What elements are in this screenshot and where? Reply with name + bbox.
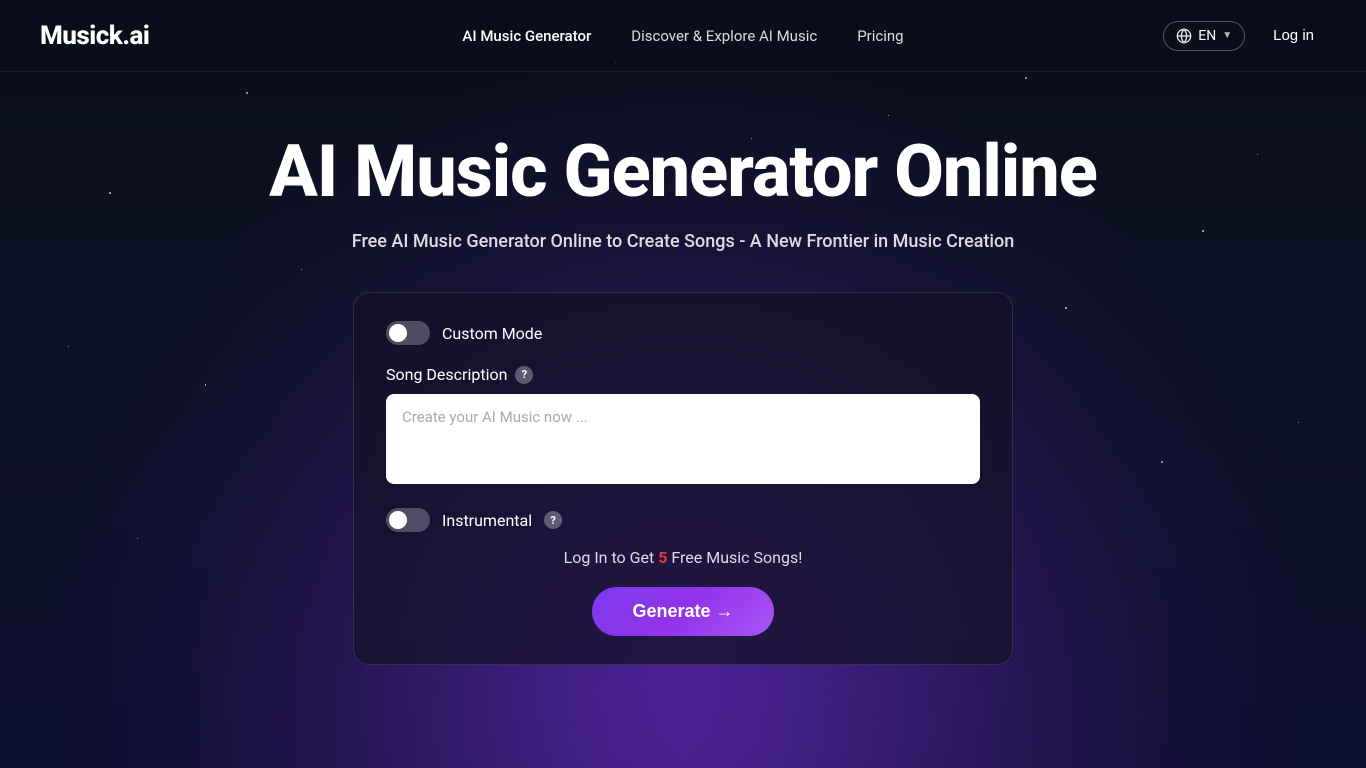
song-description-help-icon[interactable]: ? [515, 366, 533, 384]
instrumental-help-icon[interactable]: ? [544, 511, 562, 529]
nav-item-pricing[interactable]: Pricing [857, 27, 903, 45]
hero-subtitle: Free AI Music Generator Online to Create… [352, 231, 1014, 252]
song-description-input[interactable] [386, 394, 980, 484]
language-code: EN [1198, 28, 1216, 44]
generator-card: Custom Mode Song Description ? Instrumen… [353, 292, 1013, 665]
generate-button-label: Generate → [632, 601, 733, 622]
instrumental-toggle[interactable] [386, 508, 430, 532]
header: Musick.ai AI Music Generator Discover & … [0, 0, 1366, 72]
header-right: EN ▼ Log in [1163, 21, 1326, 51]
nav-item-ai-music-generator[interactable]: AI Music Generator [462, 27, 591, 45]
instrumental-label: Instrumental [442, 511, 532, 530]
main-content: AI Music Generator Online Free AI Music … [0, 72, 1366, 665]
custom-mode-toggle[interactable] [386, 321, 430, 345]
toggle-thumb [389, 324, 407, 342]
free-songs-text: Log In to Get 5 Free Music Songs! [386, 548, 980, 567]
chevron-down-icon: ▼ [1222, 30, 1232, 41]
instrumental-row: Instrumental ? [386, 508, 980, 532]
main-nav: AI Music Generator Discover & Explore AI… [462, 27, 903, 45]
song-description-label: Song Description ? [386, 365, 980, 384]
custom-mode-row: Custom Mode [386, 321, 980, 345]
globe-icon [1176, 28, 1192, 44]
logo[interactable]: Musick.ai [40, 21, 149, 51]
instrumental-toggle-thumb [389, 511, 407, 529]
language-selector[interactable]: EN ▼ [1163, 21, 1245, 51]
login-button[interactable]: Log in [1261, 21, 1326, 50]
custom-mode-label: Custom Mode [442, 324, 542, 343]
generate-button[interactable]: Generate → [592, 587, 773, 636]
hero-title: AI Music Generator Online [269, 132, 1097, 211]
nav-item-discover-explore[interactable]: Discover & Explore AI Music [631, 27, 817, 45]
